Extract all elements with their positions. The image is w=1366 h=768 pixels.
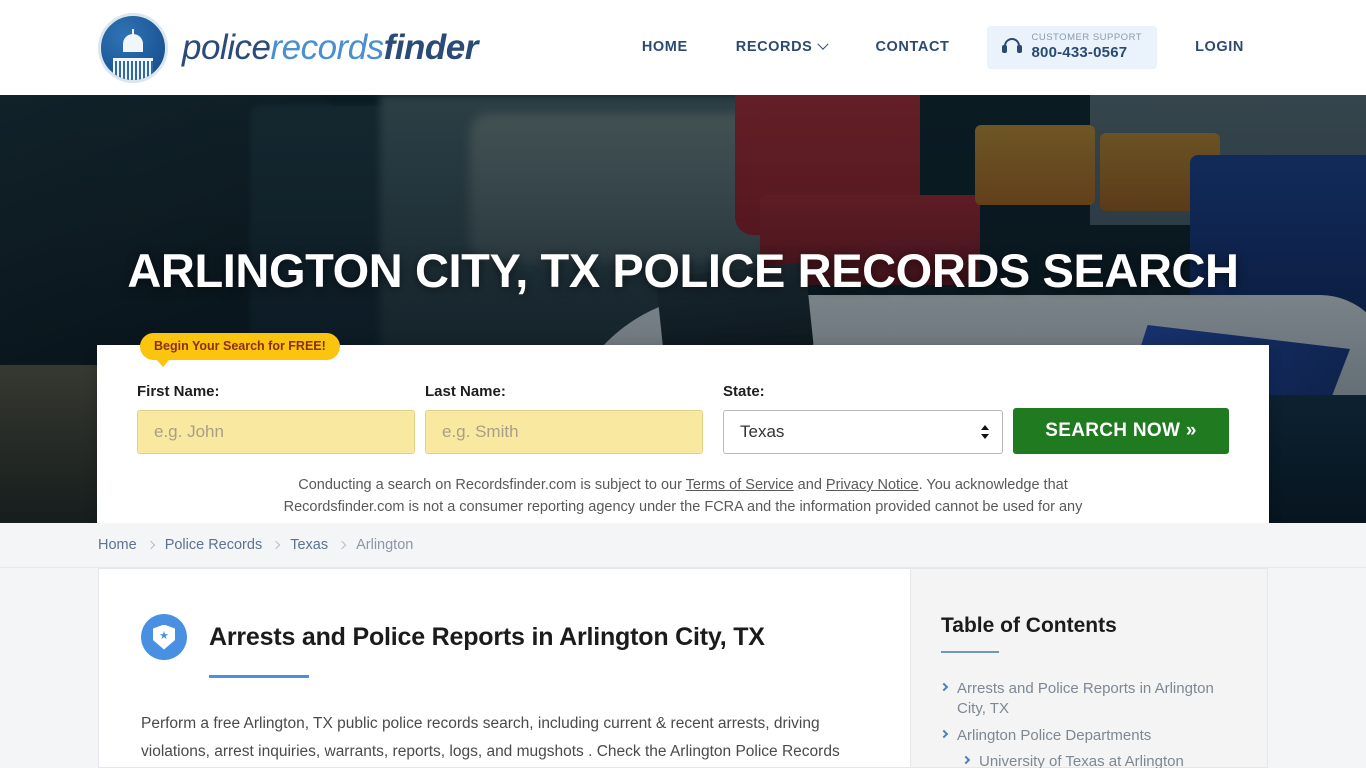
toc-underline xyxy=(941,651,999,653)
terms-of-service-link[interactable]: Terms of Service xyxy=(686,477,794,493)
logo-text-records: records xyxy=(270,27,384,67)
chevron-right-icon xyxy=(939,729,949,739)
breadcrumb-item-police-records[interactable]: Police Records xyxy=(165,537,263,553)
breadcrumb-item-texas[interactable]: Texas xyxy=(290,537,328,553)
logo-text-police: police xyxy=(182,27,271,67)
page-title: ARLINGTON CITY, TX POLICE RECORDS SEARCH xyxy=(127,244,1239,297)
toc-item-arlington-police-departments[interactable]: Arlington Police Departments xyxy=(939,726,1237,746)
nav-label-login: LOGIN xyxy=(1195,39,1244,56)
chevron-right-icon xyxy=(337,540,347,550)
nav-label-home: HOME xyxy=(641,39,688,56)
nav-label-contact: CONTACT xyxy=(875,39,950,56)
select-stepper-icon xyxy=(981,425,989,439)
toc-item-arrests-and-police-reports[interactable]: Arrests and Police Reports in Arlington … xyxy=(939,679,1237,720)
chevron-right-icon xyxy=(271,540,281,550)
disclaimer-pre: Conducting a search on Recordsfinder.com… xyxy=(298,477,686,493)
support-phone: 800-433-0567 xyxy=(1031,44,1128,62)
breadcrumb-item-arlington: Arlington xyxy=(356,537,414,553)
toc-item-label: Arrests and Police Reports in Arlington … xyxy=(957,680,1214,718)
intro-paragraph: Perform a free Arlington, TX public poli… xyxy=(141,715,840,761)
capitol-dome-icon xyxy=(98,12,168,83)
search-disclaimer: Conducting a search on Recordsfinder.com… xyxy=(268,474,1098,523)
section-heading: Arrests and Police Reports in Arlington … xyxy=(209,622,765,651)
main-navigation: HOME RECORDS CONTACT CUSTOMER SUPPORT 80… xyxy=(618,26,1268,69)
free-search-badge: Begin Your Search for FREE! xyxy=(140,333,340,367)
content-area: ★ Arrests and Police Reports in Arlingto… xyxy=(0,568,1366,768)
search-form-card: Begin Your Search for FREE! First Name: … xyxy=(97,333,1269,523)
disclaimer-mid: and xyxy=(793,477,826,493)
search-form-row: First Name: Last Name: State: Texas SE xyxy=(137,383,1229,454)
first-name-input[interactable] xyxy=(137,410,415,454)
main-content-card: ★ Arrests and Police Reports in Arlingto… xyxy=(98,568,910,768)
toc-list: Arrests and Police Reports in Arlington … xyxy=(939,679,1237,768)
site-header: policerecordsfinder HOME RECORDS CONTACT… xyxy=(0,0,1366,95)
nav-label-records: RECORDS xyxy=(735,39,813,56)
customer-support-button[interactable]: CUSTOMER SUPPORT 800-433-0567 xyxy=(987,26,1158,69)
toc-item-university-of-texas-at-arlington[interactable]: University of Texas at Arlington xyxy=(961,752,1237,768)
toc-item-label: University of Texas at Arlington xyxy=(979,753,1184,768)
last-name-input[interactable] xyxy=(425,410,703,454)
first-name-field: First Name: xyxy=(137,383,415,454)
nav-item-records[interactable]: RECORDS xyxy=(712,29,852,65)
state-label: State: xyxy=(723,383,765,400)
nav-item-home[interactable]: HOME xyxy=(618,29,712,65)
support-label: CUSTOMER SUPPORT xyxy=(1031,32,1143,44)
logo-wordmark: policerecordsfinder xyxy=(182,28,478,68)
toc-title: Table of Contents xyxy=(941,614,1117,637)
police-badge-icon: ★ xyxy=(141,614,187,660)
first-name-label: First Name: xyxy=(137,383,220,400)
state-select-value: Texas xyxy=(740,422,785,441)
nav-item-contact[interactable]: CONTACT xyxy=(851,29,973,65)
last-name-label: Last Name: xyxy=(425,383,506,400)
privacy-notice-link[interactable]: Privacy Notice xyxy=(826,477,919,493)
table-of-contents-panel: Table of Contents Arrests and Police Rep… xyxy=(910,568,1268,768)
heading-underline xyxy=(209,675,309,678)
chevron-down-icon xyxy=(817,38,830,51)
breadcrumb-item-home[interactable]: Home xyxy=(98,537,137,553)
state-field: State: Texas xyxy=(723,383,1003,454)
nav-item-login[interactable]: LOGIN xyxy=(1171,29,1268,65)
site-logo[interactable]: policerecordsfinder xyxy=(98,12,478,83)
logo-text-finder: finder xyxy=(383,27,479,67)
state-select[interactable]: Texas xyxy=(723,410,1003,454)
hero-banner: ARLINGTON CITY, TX POLICE RECORDS SEARCH… xyxy=(0,95,1366,523)
last-name-field: Last Name: xyxy=(425,383,703,454)
breadcrumb: Home Police Records Texas Arlington xyxy=(98,537,413,553)
chevron-right-icon xyxy=(939,682,949,692)
headset-icon xyxy=(1002,37,1023,57)
breadcrumb-bar: Home Police Records Texas Arlington xyxy=(0,523,1366,568)
toc-item-label: Arlington Police Departments xyxy=(957,726,1152,744)
chevron-right-icon xyxy=(961,755,971,765)
chevron-right-icon xyxy=(146,540,155,550)
section-heading-row: ★ Arrests and Police Reports in Arlingto… xyxy=(141,614,868,660)
search-now-button[interactable]: SEARCH NOW » xyxy=(1013,408,1229,454)
